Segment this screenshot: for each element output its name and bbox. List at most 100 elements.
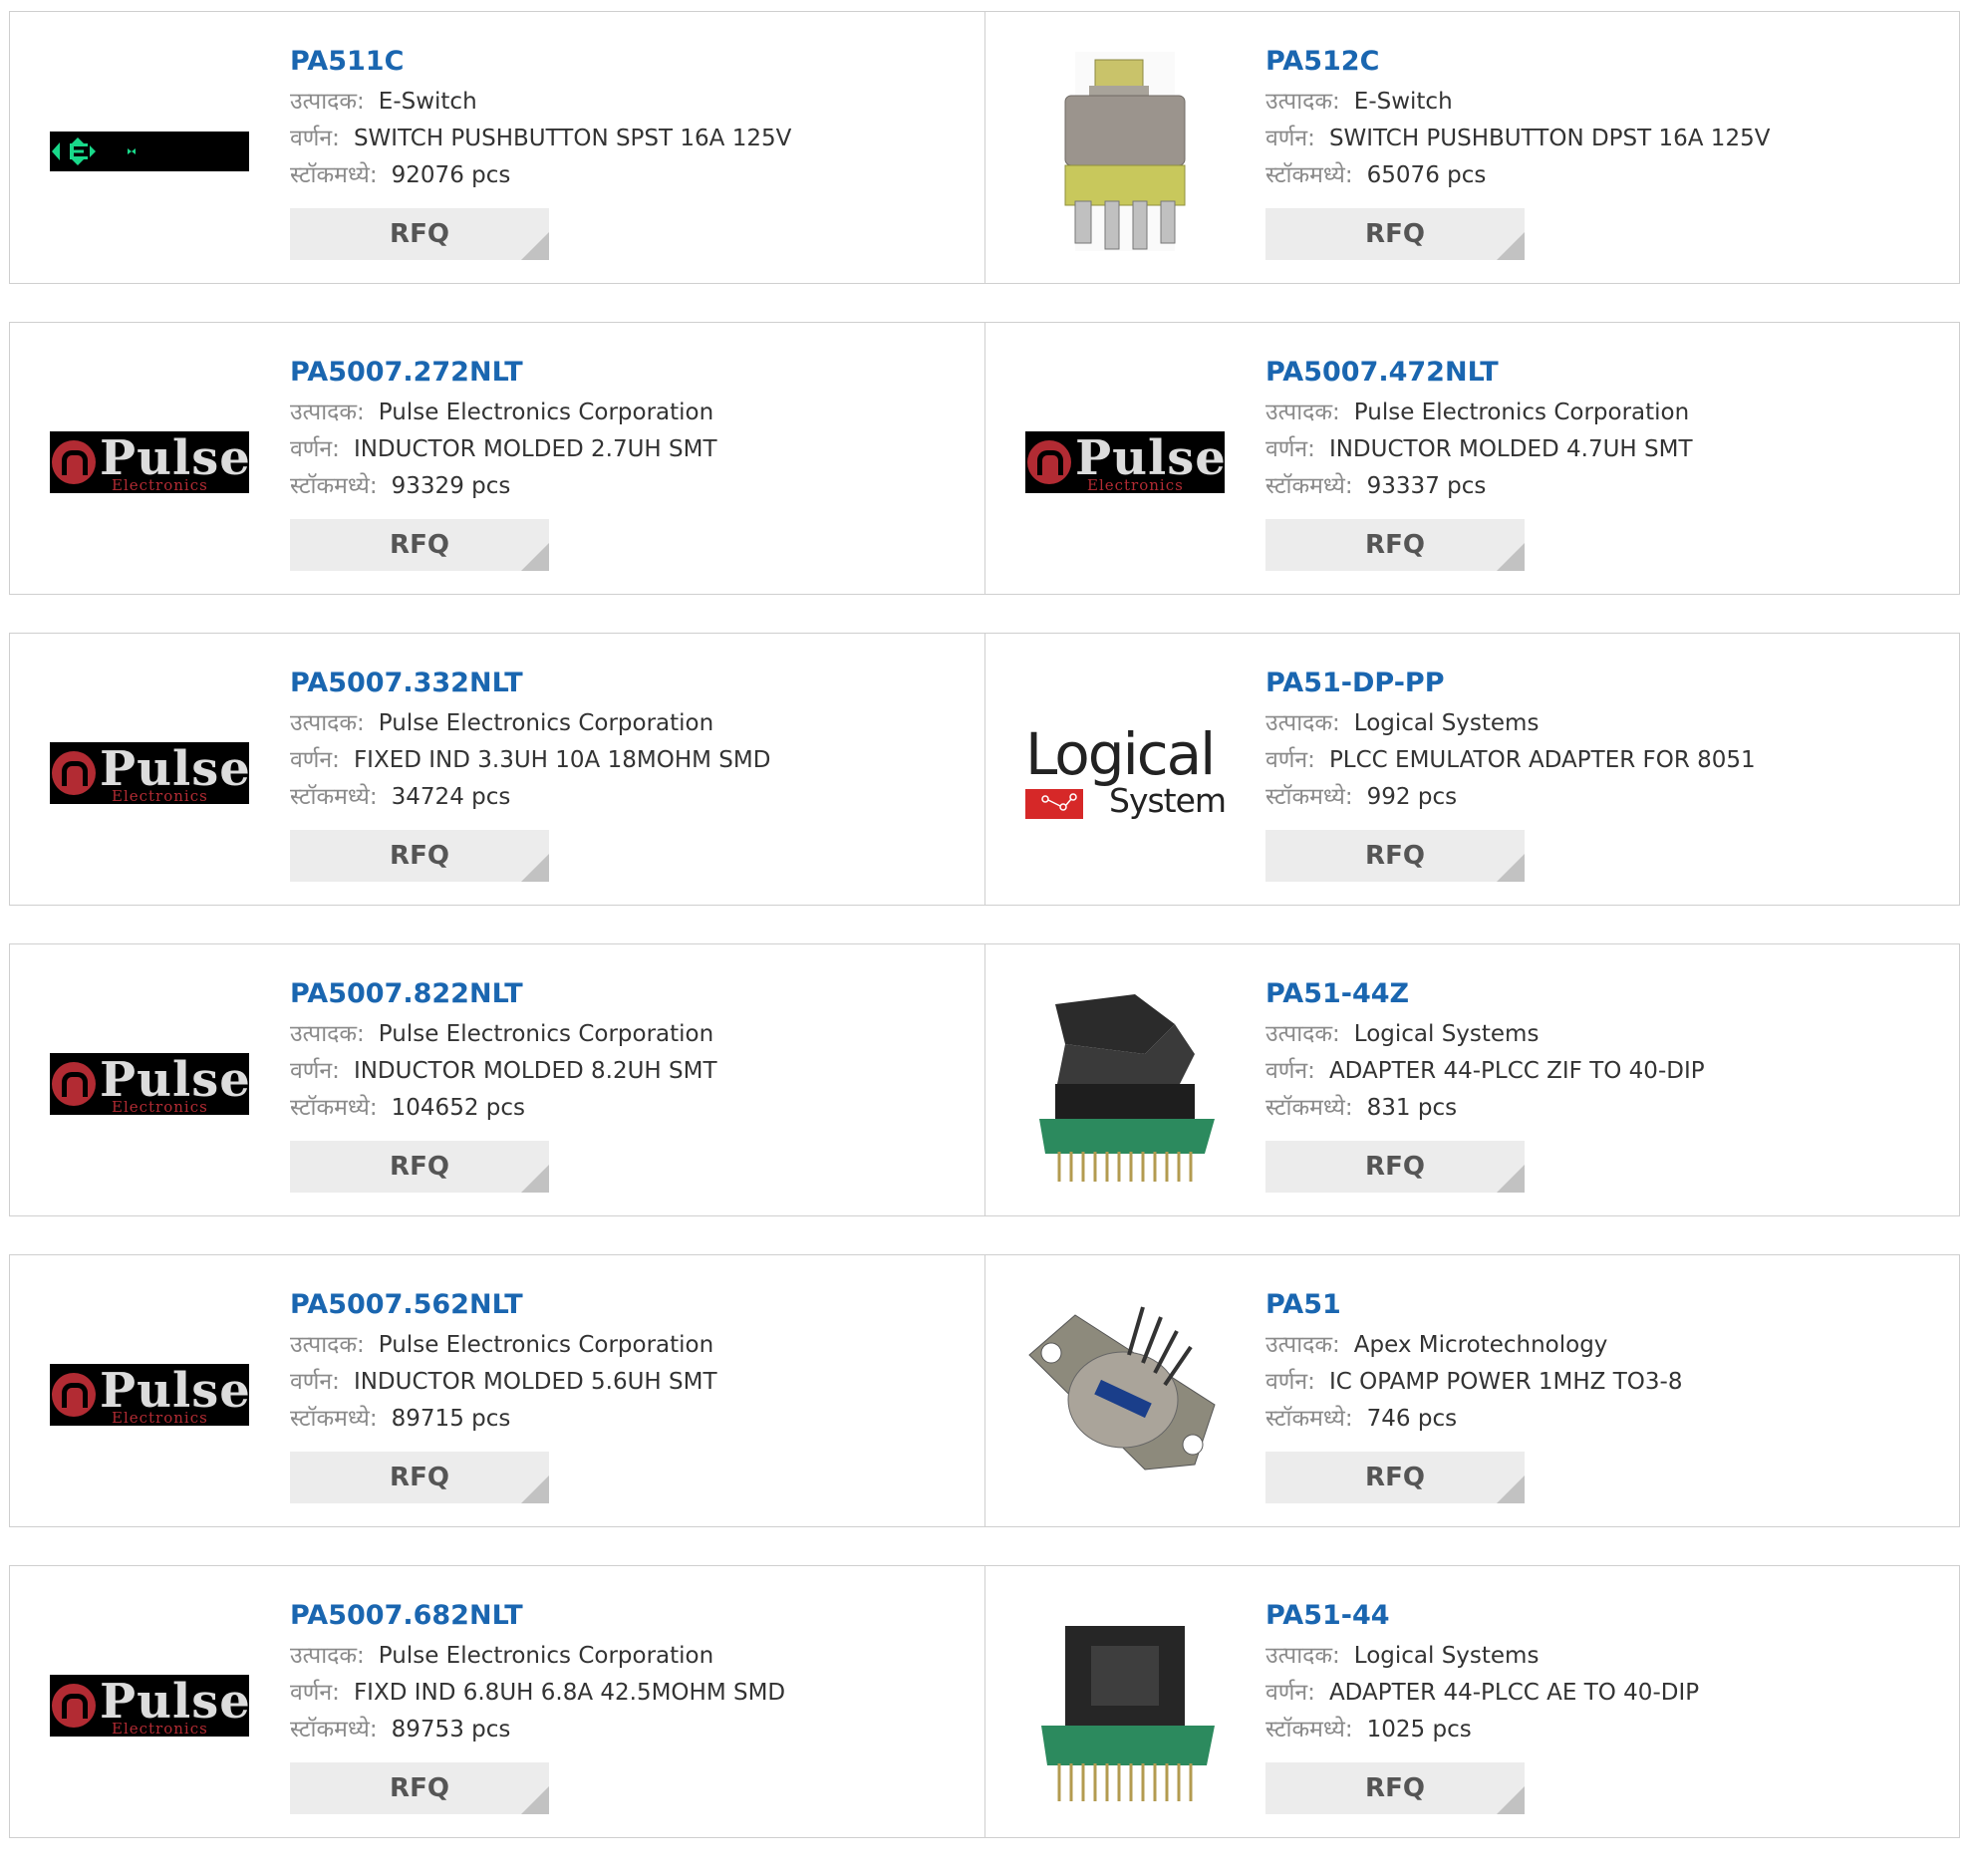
stock-label: स्टॉकमध्ये: (290, 162, 378, 188)
product-thumbnail[interactable] (1025, 1606, 1225, 1805)
part-number-link[interactable]: PA51 (1265, 1287, 1939, 1327)
rfq-button[interactable]: RFQ (290, 1141, 549, 1193)
manufacturer-value: Pulse Electronics Corporation (1353, 400, 1690, 425)
rfq-button[interactable]: RFQ (1265, 208, 1525, 260)
stock-label: स्टॉकमध्ये: (290, 473, 378, 499)
stock-label: स्टॉकमध्ये: (290, 1406, 378, 1432)
manufacturer-line: उत्पादक: E-Switch (290, 84, 965, 121)
part-number-link[interactable]: PA51-44Z (1265, 976, 1939, 1016)
description-label: वर्णन: (1265, 1369, 1315, 1395)
rfq-button[interactable]: RFQ (1265, 830, 1525, 882)
manufacturer-line: उत्पादक: Logical Systems (1265, 705, 1939, 742)
manufacturer-line: उत्पादक: Pulse Electronics Corporation (290, 1638, 965, 1675)
manufacturer-label: उत्पादक: (290, 89, 365, 115)
description-label: वर्णन: (1265, 747, 1315, 773)
manufacturer-label: उत्पादक: (1265, 1643, 1340, 1669)
rfq-button[interactable]: RFQ (290, 1452, 549, 1503)
product-thumbnail[interactable]: Logical Systems (1025, 673, 1225, 873)
stock-value: 104652 pcs (391, 1095, 525, 1121)
stock-label: स्टॉकमध्ये: (1265, 1095, 1353, 1121)
product-thumbnail[interactable] (1025, 1295, 1225, 1494)
product-thumbnail[interactable]: Pulse Electronics (50, 673, 249, 873)
product-row: Pulse Electronics PA5007.822NLT उत्पादक:… (9, 943, 1960, 1216)
plcc-adapter-image (1041, 1626, 1215, 1801)
stock-line: स्टॉकमध्ये: 89753 pcs (290, 1712, 965, 1748)
description-line: वर्णन: SWITCH PUSHBUTTON SPST 16A 125V (290, 121, 965, 157)
stock-value: 89715 pcs (391, 1406, 511, 1432)
stock-value: 992 pcs (1366, 784, 1458, 810)
product-thumbnail[interactable]: Pulse Electronics (1025, 363, 1225, 562)
description-line: वर्णन: ADAPTER 44-PLCC ZIF TO 40-DIP (1265, 1053, 1939, 1090)
pulse-electronics-logo: Pulse Electronics (50, 1053, 249, 1115)
stock-value: 34724 pcs (391, 784, 511, 810)
product-row: Pulse Electronics PA5007.332NLT उत्पादक:… (9, 633, 1960, 906)
product-card: PA511C उत्पादक: E-Switch वर्णन: SWITCH PUS… (10, 12, 984, 283)
manufacturer-label: उत्पादक: (1265, 400, 1340, 425)
manufacturer-value: Logical Systems (1353, 1643, 1540, 1669)
manufacturer-value: Logical Systems (1353, 710, 1540, 736)
description-value: FIXED IND 3.3UH 10A 18MOHM SMD (353, 747, 771, 773)
part-number-link[interactable]: PA512C (1265, 44, 1939, 84)
description-label: वर्णन: (290, 1058, 340, 1084)
rfq-button[interactable]: RFQ (290, 519, 549, 571)
product-row: Pulse Electronics PA5007.682NLT उत्पादक:… (9, 1565, 1960, 1838)
manufacturer-value: E-Switch (1353, 89, 1453, 115)
part-number-link[interactable]: PA51-44 (1265, 1598, 1939, 1638)
description-label: वर्णन: (290, 436, 340, 462)
corner-triangle-icon (521, 1786, 549, 1814)
product-card: Pulse Electronics PA5007.562NLT उत्पादक:… (10, 1255, 984, 1526)
product-info: PA5007.472NLT उत्पादक: Pulse Electronics … (1265, 355, 1939, 571)
description-label: वर्णन: (290, 1369, 340, 1395)
rfq-button[interactable]: RFQ (1265, 1762, 1525, 1814)
part-number-link[interactable]: PA5007.332NLT (290, 666, 965, 705)
product-card: Pulse Electronics PA5007.822NLT उत्पादक:… (10, 944, 984, 1215)
product-thumbnail[interactable]: Pulse Electronics (50, 1295, 249, 1494)
manufacturer-value: Pulse Electronics Corporation (378, 1021, 714, 1047)
stock-line: स्टॉकमध्ये: 1025 pcs (1265, 1712, 1939, 1748)
description-line: वर्णन: IC OPAMP POWER 1MHZ TO3-8 (1265, 1364, 1939, 1401)
manufacturer-label: उत्पादक: (290, 1643, 365, 1669)
product-thumbnail[interactable] (1025, 984, 1225, 1184)
part-number-link[interactable]: PA5007.822NLT (290, 976, 965, 1016)
part-number-link[interactable]: PA5007.562NLT (290, 1287, 965, 1327)
manufacturer-line: उत्पादक: Logical Systems (1265, 1638, 1939, 1675)
pulse-electronics-logo: Pulse Electronics (50, 431, 249, 493)
corner-triangle-icon (1497, 232, 1525, 260)
description-value: INDUCTOR MOLDED 8.2UH SMT (353, 1058, 717, 1084)
pulse-electronics-logo: Pulse Electronics (1025, 431, 1225, 493)
rfq-button[interactable]: RFQ (290, 1762, 549, 1814)
stock-value: 65076 pcs (1366, 162, 1487, 188)
stock-line: स्टॉकमध्ये: 104652 pcs (290, 1090, 965, 1127)
description-label: वर्णन: (1265, 436, 1315, 462)
rfq-button[interactable]: RFQ (1265, 1141, 1525, 1193)
stock-line: स्टॉकमध्ये: 992 pcs (1265, 779, 1939, 816)
product-thumbnail[interactable] (1025, 52, 1225, 251)
rfq-button[interactable]: RFQ (1265, 519, 1525, 571)
product-thumbnail[interactable]: Pulse Electronics (50, 1606, 249, 1805)
description-value: ADAPTER 44-PLCC ZIF TO 40-DIP (1328, 1058, 1705, 1084)
rfq-button[interactable]: RFQ (290, 830, 549, 882)
product-thumbnail[interactable] (50, 52, 249, 251)
stock-label: स्टॉकमध्ये: (1265, 1406, 1353, 1432)
part-number-link[interactable]: PA5007.272NLT (290, 355, 965, 395)
part-number-link[interactable]: PA5007.682NLT (290, 1598, 965, 1638)
product-thumbnail[interactable]: Pulse Electronics (50, 984, 249, 1184)
product-info: PA5007.562NLT उत्पादक: Pulse Electronics … (290, 1287, 965, 1503)
manufacturer-value: Pulse Electronics Corporation (378, 1643, 714, 1669)
description-line: वर्णन: ADAPTER 44-PLCC AE TO 40-DIP (1265, 1675, 1939, 1712)
manufacturer-line: उत्पादक: Pulse Electronics Corporation (290, 395, 965, 431)
manufacturer-line: उत्पादक: Apex Microtechnology (1265, 1327, 1939, 1364)
description-label: वर्णन: (1265, 1058, 1315, 1084)
product-row: PA511C उत्पादक: E-Switch वर्णन: SWITCH PUS… (9, 11, 1960, 284)
rfq-button[interactable]: RFQ (290, 208, 549, 260)
part-number-link[interactable]: PA51-DP-PP (1265, 666, 1939, 705)
stock-line: स्टॉकमध्ये: 93337 pcs (1265, 468, 1939, 505)
corner-triangle-icon (1497, 1786, 1525, 1814)
zif-adapter-image (1039, 994, 1215, 1182)
product-thumbnail[interactable]: Pulse Electronics (50, 363, 249, 562)
rfq-button[interactable]: RFQ (1265, 1452, 1525, 1503)
stock-line: स्टॉकमध्ये: 93329 pcs (290, 468, 965, 505)
part-number-link[interactable]: PA511C (290, 44, 965, 84)
description-value: ADAPTER 44-PLCC AE TO 40-DIP (1328, 1680, 1700, 1706)
part-number-link[interactable]: PA5007.472NLT (1265, 355, 1939, 395)
